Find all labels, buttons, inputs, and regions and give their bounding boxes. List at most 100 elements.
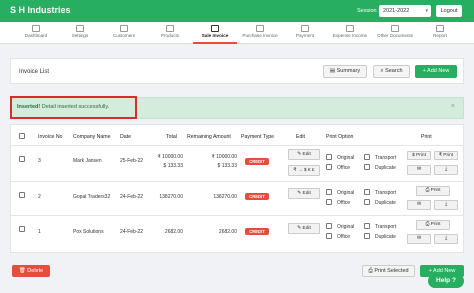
search-label: Search [385,68,403,74]
col-print: Print [421,134,432,140]
option-office-checkbox[interactable] [326,164,332,170]
tab-settings[interactable]: Settings [58,22,102,44]
option-office-checkbox[interactable] [326,199,332,205]
option-original-checkbox[interactable] [326,154,332,160]
remaining-amount: 2682.00 [218,229,237,235]
company-name: Mark Jansen [73,158,102,164]
edit-button[interactable]: ✎ Edit [288,188,320,199]
row-checkbox[interactable] [19,192,25,198]
print-label: Print [430,222,441,227]
print-button[interactable]: ⎙ Print [416,186,450,196]
email-button[interactable]: ✉ [407,234,431,244]
tab-label: Report [433,33,447,38]
download-button[interactable]: ⤓ [434,165,458,175]
option-office-checkbox[interactable] [326,233,332,239]
select-all-checkbox[interactable] [19,133,25,139]
invoice-date: 25-Feb-22 [120,158,144,164]
invoice-no: 3 [38,158,41,164]
header-divider [11,145,463,146]
option-duplicate-label: Duplicate [375,234,396,240]
option-original-checkbox[interactable] [326,223,332,229]
print-usd-button[interactable]: $ Print [407,151,431,160]
tab-report[interactable]: Report [418,22,462,44]
total-inr: ₹ 10000.00 [157,154,183,160]
edit-button[interactable]: ✎ Edit [288,149,320,160]
option-transport-checkbox[interactable] [364,154,370,160]
option-duplicate-checkbox[interactable] [364,233,370,239]
option-duplicate-checkbox[interactable] [364,164,370,170]
remaining-usd: $ 133.33 [217,163,237,169]
help-button[interactable]: Help ? [428,274,464,288]
col-edit: Edit [296,134,305,140]
edit-label: Edit [302,226,311,231]
invoice-table: Invoice No Company Name Date Total Remai… [10,124,464,253]
row-checkbox[interactable] [19,226,25,232]
edit-label: Edit [302,152,311,157]
session-select[interactable]: 2021-2022 ▾ [379,5,431,17]
report-icon [436,25,444,32]
close-icon[interactable]: × [451,103,455,110]
tab-products[interactable]: Products [148,22,192,44]
option-original-label: Original [337,155,355,161]
print-selected-button[interactable]: ⎙ Print Selected [362,265,415,277]
option-original-checkbox[interactable] [326,189,332,195]
download-button[interactable]: ⤓ [434,200,458,210]
col-remaining: Remaining Amount [187,134,231,140]
tab-purchase-invoice[interactable]: Purchase Invoice [238,22,282,44]
payment-icon [301,25,309,32]
help-label: Help [436,277,451,284]
email-button[interactable]: ✉ [407,165,431,175]
option-transport-checkbox[interactable] [364,223,370,229]
option-transport-label: Transport [375,224,397,230]
tab-label: Payment [295,33,315,38]
session-value: 2021-2022 [383,8,410,14]
payment-type-badge: CREDIT [245,158,269,165]
currency-convert-button[interactable]: ₹ → $ € £ [288,165,320,176]
download-button[interactable]: ⤓ [434,234,458,244]
row-checkbox[interactable] [19,156,25,162]
summary-button[interactable]: ▤ Summary [323,65,367,78]
tab-other-documents[interactable]: Other Documents [373,22,417,44]
col-date: Date [120,134,131,140]
delete-button[interactable]: 🗑 Delete [12,265,50,277]
dashboard-icon [32,25,40,32]
tab-customers[interactable]: Customers [102,22,146,44]
option-office-label: Office [337,165,350,171]
add-new-button[interactable]: + Add New [415,65,457,78]
col-invoice-no: Invoice No [38,134,63,140]
tab-label: Dashboard [24,33,48,38]
invoice-no: 2 [38,194,41,200]
option-office-label: Office [337,234,350,240]
settings-icon [76,25,84,32]
session-label: Session : [357,8,380,14]
tab-label: Sale Invoice [201,33,229,38]
invoice-list-toolbar: Invoice List ▤ Summary ⌕ Search + Add Ne… [10,58,464,84]
purchase-invoice-icon [256,25,264,32]
brand-title: S H Industries [10,5,71,15]
tab-label: Expense Income [332,33,368,38]
print-inr-button[interactable]: ₹ Print [434,151,458,160]
chevron-down-icon: ▾ [425,8,428,14]
search-button[interactable]: ⌕ Search [373,65,410,78]
total: 138270.00 [159,194,183,200]
option-office-label: Office [337,200,350,206]
email-button[interactable]: ✉ [407,200,431,210]
customers-icon [120,25,128,32]
list-icon: ▤ [329,68,337,74]
option-duplicate-checkbox[interactable] [364,199,370,205]
logout-button[interactable]: Logout [436,5,462,17]
tab-payment[interactable]: Payment [283,22,327,44]
print-selected-label: Print Selected [374,268,409,274]
download-icon: ⤓ [444,202,448,207]
edit-button[interactable]: ✎ Edit [288,223,320,234]
sale-invoice-icon [211,25,219,32]
tab-dashboard[interactable]: Dashboard [14,22,58,44]
tab-label: Products [160,33,180,38]
company-name: Gopal Traders32 [73,194,111,200]
option-transport-checkbox[interactable] [364,189,370,195]
tab-sale-invoice[interactable]: Sale Invoice [193,22,237,44]
edit-label: Edit [302,191,311,196]
tab-expense-income[interactable]: Expense Income [328,22,372,44]
print-button[interactable]: ⎙ Print [416,220,450,230]
download-icon: ⤓ [444,236,448,241]
